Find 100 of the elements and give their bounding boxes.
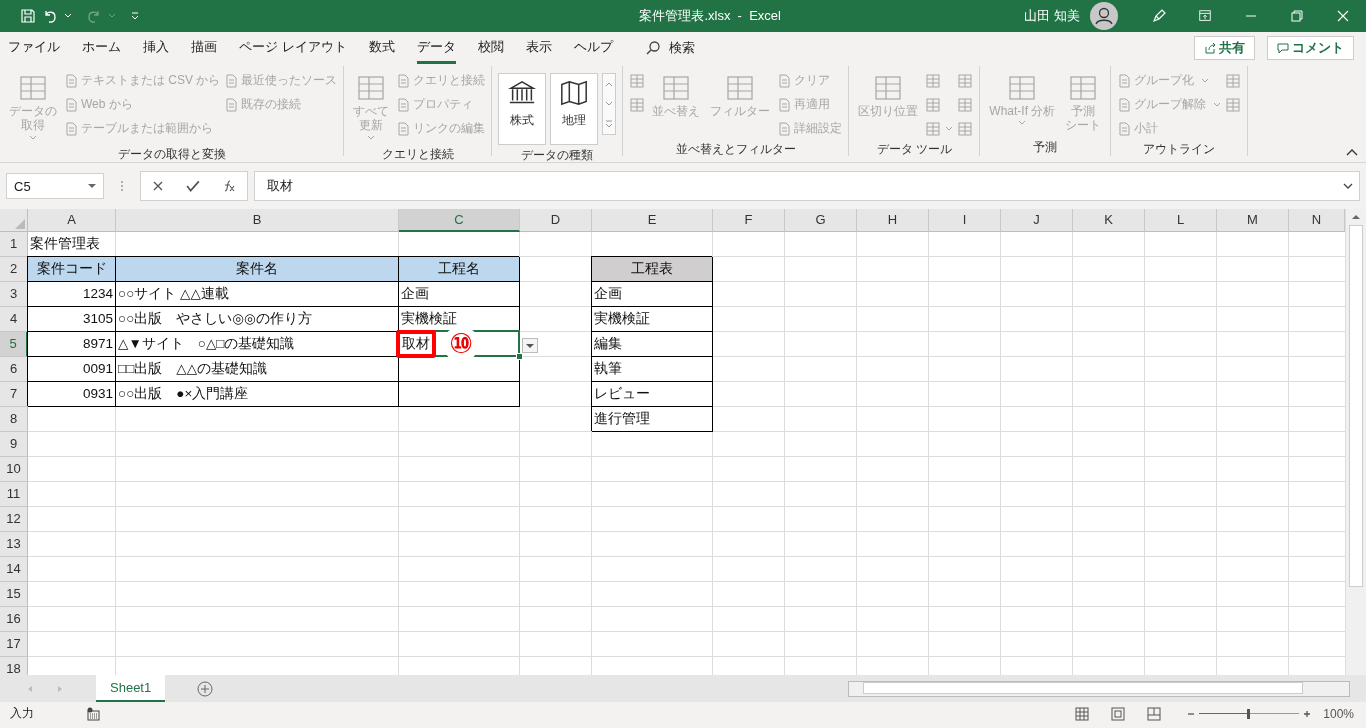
row-header[interactable]: 5 <box>0 332 28 357</box>
check-icon[interactable] <box>186 179 200 193</box>
row-header[interactable]: 14 <box>0 557 28 582</box>
row-header[interactable]: 8 <box>0 407 28 432</box>
ribbon-tab[interactable]: 数式 <box>368 32 395 64</box>
row-header[interactable]: 1 <box>0 232 28 257</box>
zoom-thumb[interactable] <box>1247 708 1251 719</box>
document-icon <box>1117 73 1132 88</box>
vertical-scrollbar[interactable] <box>1345 209 1366 675</box>
column-header[interactable]: J <box>1001 209 1073 232</box>
grid-icon <box>629 96 646 113</box>
row-header[interactable]: 9 <box>0 432 28 457</box>
column-header[interactable]: E <box>592 209 713 232</box>
ribbon-tab[interactable]: ヘルプ <box>573 32 613 64</box>
row-header[interactable]: 6 <box>0 357 28 382</box>
search-label[interactable]: 検索 <box>668 39 695 57</box>
undo-icon[interactable] <box>42 8 58 24</box>
table-cell: 8971 <box>28 332 116 357</box>
column-header[interactable]: L <box>1145 209 1217 232</box>
customize-icon[interactable] <box>130 11 140 21</box>
more-icon[interactable] <box>605 120 614 128</box>
dropdown-button[interactable] <box>522 338 538 353</box>
header-cell: 案件コード <box>28 257 116 282</box>
row-header[interactable]: 2 <box>0 257 28 282</box>
macro-record-icon[interactable] <box>86 706 100 721</box>
column-header[interactable]: B <box>116 209 399 232</box>
fill-handle[interactable] <box>516 353 523 360</box>
row-header[interactable]: 3 <box>0 282 28 307</box>
column-header[interactable]: K <box>1073 209 1145 232</box>
page-break-icon[interactable] <box>1147 706 1162 721</box>
document-icon <box>224 73 239 88</box>
normal-view-icon[interactable] <box>1075 706 1090 721</box>
row-header[interactable]: 7 <box>0 382 28 407</box>
search-icon[interactable] <box>644 40 661 56</box>
row-header[interactable]: 18 <box>0 657 28 675</box>
document-icon <box>777 121 792 136</box>
ribbon-tab[interactable]: ファイル <box>8 32 60 64</box>
table-cell: ○○サイト △△連載 <box>116 282 399 307</box>
row-header[interactable]: 16 <box>0 607 28 632</box>
close-icon[interactable] <box>1335 8 1351 24</box>
row-header[interactable]: 4 <box>0 307 28 332</box>
column-header[interactable]: M <box>1217 209 1289 232</box>
collapse-icon[interactable] <box>1346 148 1358 156</box>
expand-icon[interactable] <box>1343 182 1353 190</box>
document-icon <box>396 73 411 88</box>
ribbon-tab[interactable]: 校閲 <box>477 32 504 64</box>
ribbon-tab[interactable]: ホーム <box>82 32 121 64</box>
row-header[interactable]: 15 <box>0 582 28 607</box>
restore-icon[interactable] <box>1289 8 1305 24</box>
ribbon-tab[interactable]: ページ レイアウト <box>239 32 347 64</box>
column-header[interactable]: C <box>399 209 520 232</box>
mode-label: 入力 <box>10 705 34 722</box>
zoom-in-icon[interactable] <box>1303 709 1312 718</box>
column-header[interactable]: F <box>713 209 785 232</box>
ribbon-display-icon[interactable] <box>1197 9 1213 23</box>
grid-icon <box>1225 72 1242 89</box>
group-label: 並べ替えとフィルター <box>674 141 797 158</box>
zoom-level[interactable]: 100% <box>1323 706 1354 721</box>
document-icon <box>396 97 411 112</box>
redo-icon[interactable] <box>86 8 102 24</box>
corner-triangle-icon <box>15 219 25 229</box>
chevron-down-icon[interactable] <box>605 100 614 108</box>
column-header[interactable]: G <box>785 209 857 232</box>
document-icon <box>777 73 792 88</box>
sheet-tab[interactable]: Sheet1 <box>96 675 166 702</box>
pen-icon[interactable] <box>1151 8 1167 24</box>
ribbon-tab[interactable]: 描画 <box>191 32 217 64</box>
formula-input[interactable]: 取材 <box>254 171 1360 201</box>
row-header[interactable]: 10 <box>0 457 28 482</box>
column-header[interactable]: D <box>520 209 592 232</box>
caret-icon[interactable] <box>64 12 72 20</box>
comment-button[interactable]: コメント <box>1267 36 1354 60</box>
chevron-up-icon[interactable] <box>605 80 614 88</box>
ribbon-tab[interactable]: 挿入 <box>143 32 169 64</box>
column-header[interactable]: A <box>28 209 116 232</box>
row-header[interactable]: 13 <box>0 532 28 557</box>
row-header[interactable]: 11 <box>0 482 28 507</box>
cancel-icon[interactable] <box>152 180 164 192</box>
zoom-slider[interactable] <box>1199 707 1300 720</box>
grid-icon <box>957 96 974 113</box>
row-header[interactable]: 12 <box>0 507 28 532</box>
save-icon[interactable] <box>20 8 36 24</box>
function-icon[interactable] <box>222 180 236 192</box>
add-sheet-icon[interactable] <box>197 680 214 697</box>
column-header[interactable]: N <box>1289 209 1345 232</box>
grid-icon <box>1225 96 1242 113</box>
name-box[interactable]: C5 <box>6 173 104 199</box>
table-cell: レビュー <box>592 382 713 407</box>
row-header[interactable]: 17 <box>0 632 28 657</box>
table-cell: ○○出版 やさしい◎◎の作り方 <box>116 307 399 332</box>
ribbon-tab[interactable]: 表示 <box>525 32 552 64</box>
horizontal-scrollbar[interactable] <box>848 680 1350 697</box>
avatar-icon[interactable] <box>1090 2 1118 30</box>
group-label: アウトライン <box>1142 141 1217 158</box>
scroll-up-icon[interactable] <box>1351 213 1361 221</box>
column-header[interactable]: I <box>929 209 1001 232</box>
share-button[interactable]: 共有 <box>1194 36 1255 60</box>
page-layout-icon[interactable] <box>1111 706 1126 721</box>
table-cell: 編集 <box>592 332 713 357</box>
column-header[interactable]: H <box>857 209 929 232</box>
